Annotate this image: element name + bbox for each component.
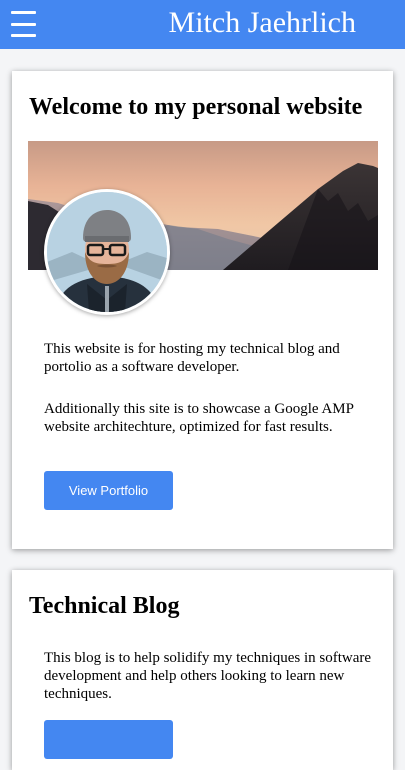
- top-app-bar: Mitch Jaehrlich: [0, 0, 405, 49]
- site-title[interactable]: Mitch Jaehrlich: [169, 5, 356, 41]
- view-portfolio-button[interactable]: View Portfolio: [44, 471, 173, 510]
- menu-bar-line: [11, 22, 36, 26]
- menu-bar-line: [11, 11, 36, 14]
- hamburger-menu-icon[interactable]: [11, 11, 36, 37]
- welcome-card: Welcome to my personal website This webs…: [12, 71, 393, 549]
- welcome-heading: Welcome to my personal website: [29, 94, 363, 120]
- blog-heading: Technical Blog: [29, 593, 180, 619]
- blog-paragraph: This blog is to help solidify my techniq…: [44, 650, 372, 702]
- profile-avatar: [44, 189, 170, 315]
- menu-bar-line: [11, 34, 36, 37]
- technical-blog-card: Technical Blog This blog is to help soli…: [12, 570, 393, 770]
- intro-paragraph: This website is for hosting my technical…: [44, 341, 340, 375]
- amp-paragraph: Additionally this site is to showcase a …: [44, 401, 354, 435]
- blog-button[interactable]: [44, 720, 173, 759]
